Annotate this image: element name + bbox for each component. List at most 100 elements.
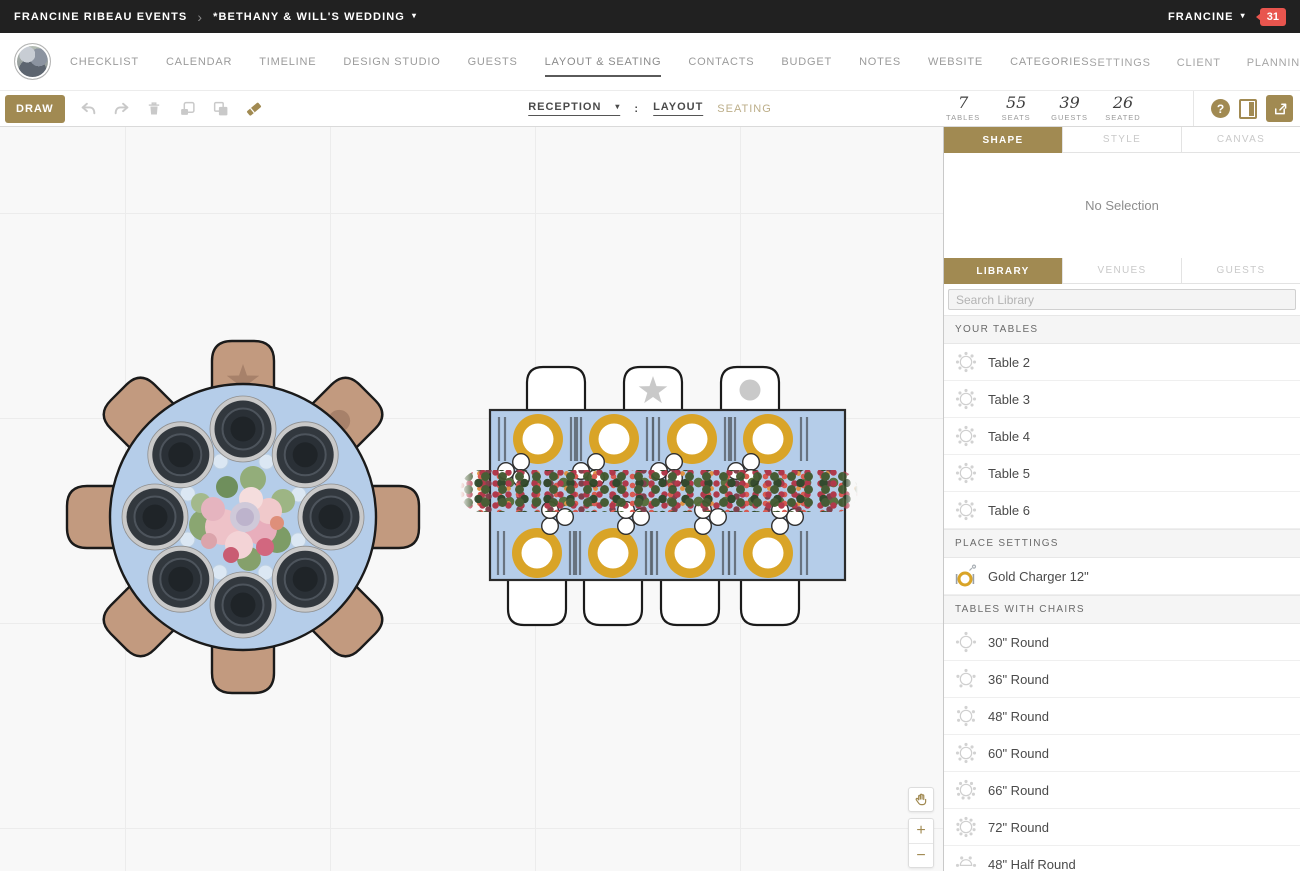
- app-window: FRANCINE RIBEAU EVENTS › *BETHANY & WILL…: [0, 0, 1300, 871]
- stat-seated: 26 SEATED: [1105, 95, 1141, 123]
- selection-tabs: SHAPE STYLE CANVAS: [944, 127, 1300, 153]
- nav-tab-website[interactable]: WEBSITE: [928, 47, 983, 77]
- layout-selector-dropdown[interactable]: RECEPTION ▾: [528, 101, 620, 116]
- stat-guests-label: GUESTS: [1051, 113, 1088, 122]
- library-item-table-6[interactable]: Table 6: [944, 492, 1300, 529]
- library-item-table-4[interactable]: Table 4: [944, 418, 1300, 455]
- layout-toolbar: DRAW RECEPTION ▾: [0, 90, 1300, 127]
- nav-tab-checklist[interactable]: CHECKLIST: [70, 47, 139, 77]
- tab-venues[interactable]: VENUES: [1063, 258, 1182, 284]
- delete-button[interactable]: [141, 95, 168, 122]
- banquet-table[interactable]: [450, 357, 880, 667]
- breadcrumb-event[interactable]: *BETHANY & WILL'S WEDDING: [213, 11, 405, 23]
- nav-tab-settings[interactable]: SETTINGS: [1089, 48, 1150, 76]
- library-item-48-half-round[interactable]: 48" Half Round: [944, 846, 1300, 871]
- stat-seats-label: SEATS: [998, 113, 1034, 122]
- library-item-60-round[interactable]: 60" Round: [944, 735, 1300, 772]
- library-item-label: Gold Charger 12": [988, 569, 1089, 584]
- nav-tab-notes[interactable]: NOTES: [859, 47, 901, 77]
- library-item-label: Table 5: [988, 466, 1030, 481]
- library-item-table-2[interactable]: Table 2: [944, 344, 1300, 381]
- mode-tab-seating[interactable]: SEATING: [717, 103, 771, 115]
- zoom-in-button[interactable]: +: [909, 819, 933, 843]
- tool-icon-group: [75, 95, 267, 122]
- library-item-48-round[interactable]: 48" Round: [944, 698, 1300, 735]
- section-tables-with-chairs: TABLES WITH CHAIRS: [944, 595, 1300, 624]
- library-item-label: 36" Round: [988, 672, 1049, 687]
- library-item-36-round[interactable]: 36" Round: [944, 661, 1300, 698]
- notification-badge[interactable]: 31: [1260, 8, 1286, 26]
- library-item-72-round[interactable]: 72" Round: [944, 809, 1300, 846]
- round-table-icon: [954, 814, 978, 840]
- library-item-gold-charger[interactable]: Gold Charger 12": [944, 558, 1300, 595]
- layout-selector-label: RECEPTION: [528, 101, 601, 113]
- nav-tab-categories[interactable]: CATEGORIES: [1010, 47, 1089, 77]
- library-item-label: 48" Half Round: [988, 857, 1076, 871]
- stat-guests: 39 GUESTS: [1051, 95, 1088, 123]
- nav-tab-timeline[interactable]: TIMELINE: [259, 47, 316, 77]
- section-place-settings: PLACE SETTINGS: [944, 529, 1300, 558]
- view-switcher: RECEPTION ▾ : LAYOUT SEATING: [528, 91, 772, 126]
- mode-tab-layout[interactable]: LAYOUT: [653, 101, 703, 116]
- duplicate-button[interactable]: [207, 95, 234, 122]
- stat-tables-label: TABLES: [945, 113, 981, 122]
- stat-seated-label: SEATED: [1105, 113, 1141, 122]
- nav-tab-budget[interactable]: BUDGET: [781, 47, 832, 77]
- round-table-icon: [954, 460, 978, 486]
- align-button[interactable]: [174, 95, 201, 122]
- zoom-out-button[interactable]: −: [909, 843, 933, 867]
- nav-tab-contacts[interactable]: CONTACTS: [688, 47, 754, 77]
- library-item-table-5[interactable]: Table 5: [944, 455, 1300, 492]
- nav-tab-guests[interactable]: GUESTS: [468, 47, 518, 77]
- nav-tab-planning-partners[interactable]: PLANNING PARTNERS: [1247, 48, 1300, 76]
- tab-style[interactable]: STYLE: [1063, 127, 1182, 153]
- canvas-zoom-controls: + −: [908, 787, 934, 868]
- draw-button[interactable]: DRAW: [5, 95, 65, 123]
- redo-button[interactable]: [108, 95, 135, 122]
- nav-tab-calendar[interactable]: CALENDAR: [166, 47, 232, 77]
- search-input[interactable]: [948, 289, 1296, 310]
- round-table[interactable]: [53, 327, 433, 707]
- gold-charger-icon: [954, 563, 978, 589]
- library-item-label: 60" Round: [988, 746, 1049, 761]
- eraser-button[interactable]: [240, 95, 267, 122]
- no-selection-message: No Selection: [944, 153, 1300, 258]
- nav-tab-client[interactable]: CLIENT: [1177, 48, 1221, 76]
- half-round-table-icon: [954, 851, 978, 871]
- panel-toggle-icon[interactable]: [1239, 99, 1257, 119]
- event-caret-down-icon[interactable]: ▾: [412, 11, 417, 20]
- nav-tab-layout-seating[interactable]: LAYOUT & SEATING: [545, 47, 662, 77]
- right-panel: SHAPE STYLE CANVAS No Selection LIBRARY …: [943, 127, 1300, 871]
- tab-canvas[interactable]: CANVAS: [1182, 127, 1300, 153]
- help-icon[interactable]: ?: [1211, 99, 1230, 118]
- breadcrumb-company[interactable]: FRANCINE RIBEAU EVENTS: [14, 11, 187, 23]
- hand-icon: [914, 792, 929, 807]
- library-item-label: Table 4: [988, 429, 1030, 444]
- library-item-66-round[interactable]: 66" Round: [944, 772, 1300, 809]
- round-table-icon: [954, 349, 978, 375]
- garland-centerpiece[interactable]: [460, 470, 858, 512]
- user-menu[interactable]: FRANCINE: [1168, 11, 1234, 23]
- pan-tool-button[interactable]: [908, 787, 934, 812]
- library-item-label: Table 6: [988, 503, 1030, 518]
- tab-guests[interactable]: GUESTS: [1182, 258, 1300, 284]
- user-caret-down-icon[interactable]: ▾: [1241, 11, 1246, 20]
- round-table-icon: [954, 629, 978, 655]
- nav-tab-design-studio[interactable]: DESIGN STUDIO: [343, 47, 440, 77]
- avatar[interactable]: [14, 43, 51, 80]
- library-item-table-3[interactable]: Table 3: [944, 381, 1300, 418]
- zoom-button-group: + −: [908, 818, 934, 868]
- tab-library[interactable]: LIBRARY: [944, 258, 1063, 284]
- library-item-label: 66" Round: [988, 783, 1049, 798]
- round-table-icon: [954, 386, 978, 412]
- undo-button[interactable]: [75, 95, 102, 122]
- main-nav: CHECKLIST CALENDAR TIMELINE DESIGN STUDI…: [0, 33, 1300, 90]
- export-icon[interactable]: [1266, 95, 1293, 122]
- round-table-icon: [954, 703, 978, 729]
- library-item-label: 48" Round: [988, 709, 1049, 724]
- tab-shape[interactable]: SHAPE: [944, 127, 1063, 153]
- stat-seats-value: 55: [998, 95, 1034, 112]
- layout-canvas[interactable]: + −: [0, 127, 943, 871]
- library-item-label: Table 3: [988, 392, 1030, 407]
- library-item-30-round[interactable]: 30" Round: [944, 624, 1300, 661]
